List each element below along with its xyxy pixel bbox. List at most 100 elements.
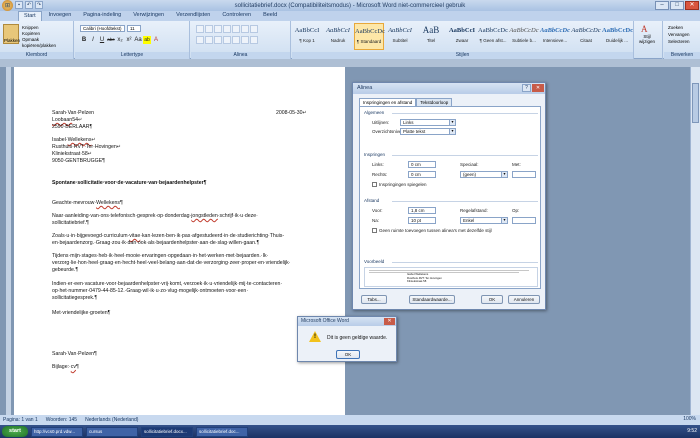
left-indent-field[interactable]: 0 cm (408, 161, 436, 168)
justify-icon[interactable] (223, 36, 231, 44)
bold-button[interactable]: B (80, 36, 88, 44)
outline-level-select[interactable]: Platte tekst ▼ (400, 128, 456, 135)
page-count[interactable]: Pagina: 1 van 1 (3, 417, 38, 423)
style-geen-afstand[interactable]: AaBbCcDc ¶ Geen afst... (478, 23, 508, 50)
highlight-button[interactable]: ab (143, 36, 151, 44)
style-intensieve[interactable]: AaBbCcDc Intensieve... (540, 23, 570, 50)
line-spacing-icon[interactable] (232, 36, 240, 44)
subscript-button[interactable]: x₂ (116, 36, 124, 44)
at-field[interactable] (512, 217, 536, 224)
change-styles-button[interactable]: A Stijl wijzigen (635, 24, 659, 44)
change-case-button[interactable]: Aa (134, 36, 142, 44)
tab-verwijzingen[interactable]: Verwijzingen (128, 11, 169, 21)
tab-line-page-breaks[interactable]: Tekstdoorloop (416, 98, 453, 106)
no-space-label: Geen ruimte toevoegen tussen alinea's me… (379, 228, 492, 233)
before-field[interactable]: 1,8 cm (408, 207, 436, 214)
replace-button[interactable]: Vervangen (668, 31, 690, 38)
tab-verzendlijsten[interactable]: Verzendlijsten (171, 11, 215, 21)
italic-button[interactable]: I (89, 36, 97, 44)
taskbar-item[interactable]: sollicitatiebrief.docx... (141, 426, 193, 437)
align-center-icon[interactable] (205, 36, 213, 44)
vertical-scrollbar[interactable] (690, 67, 700, 415)
taskbar-item[interactable]: sollicitatiebrief.doc... (196, 426, 248, 437)
close-button[interactable]: ✕ (685, 1, 699, 10)
right-indent-field[interactable]: 0 cm (408, 171, 436, 178)
no-space-checkbox[interactable]: Geen ruimte toevoegen tussen alinea's me… (372, 228, 492, 234)
dialog-title-bar[interactable]: Alinea ? ✕ (353, 83, 545, 94)
tab-pagina-indeling[interactable]: Pagina-indeling (78, 11, 126, 21)
increase-indent-icon[interactable] (232, 25, 240, 33)
border-icon[interactable] (250, 36, 258, 44)
strikethrough-button[interactable]: abe (107, 36, 115, 44)
line-spacing-select[interactable]: Enkel ▼ (460, 217, 508, 224)
bullets-icon[interactable] (196, 25, 204, 33)
redo-icon[interactable]: ↷ (35, 1, 43, 9)
multilevel-icon[interactable] (214, 25, 222, 33)
document-page[interactable]: Sarah·Van·Pelzen 2008-05-30↵ Loobaan54↵ … (14, 67, 345, 415)
by-field[interactable] (512, 171, 536, 178)
style-zwaar[interactable]: AaBbCcI Zwaar (447, 23, 477, 50)
default-button[interactable]: Standaardwaarde... (409, 295, 455, 304)
underline-button[interactable]: U (98, 36, 106, 44)
word-count[interactable]: Woorden: 145 (46, 417, 77, 423)
horizontal-ruler[interactable] (0, 59, 700, 67)
style-titel[interactable]: AaB Titel (416, 23, 446, 50)
right-indent-label: Rechts: (372, 172, 388, 177)
style-standaard[interactable]: AaBbCcDc ¶ Standaard (354, 23, 385, 50)
message-title-bar[interactable]: Microsoft Office Word ✕ (298, 317, 396, 326)
paragraph-1-line-1: Naar·aanleiding·van·ons·telefonisch·gesp… (52, 213, 258, 219)
decrease-indent-icon[interactable] (223, 25, 231, 33)
message-ok-button[interactable]: OK (336, 350, 360, 359)
style-duidelijk[interactable]: AaBbCcDc Duidelijk ... (602, 23, 633, 50)
style-nadruk[interactable]: AaBbCcI Nadruk (323, 23, 353, 50)
shading-icon[interactable] (241, 36, 249, 44)
special-select[interactable]: (geen) ▼ (460, 171, 508, 178)
tab-beeld[interactable]: Beeld (258, 11, 282, 21)
minimize-button[interactable]: – (655, 1, 669, 10)
style-subtitel[interactable]: AaBbCcI Subtitel (385, 23, 415, 50)
style-kop1[interactable]: AaBbCcI ¶ Kop 1 (292, 23, 322, 50)
tab-start[interactable]: Start (18, 11, 42, 21)
ok-button[interactable]: OK (481, 295, 503, 304)
superscript-button[interactable]: x² (125, 36, 133, 44)
mirror-indents-checkbox[interactable]: Inspringingen spiegelen (372, 182, 427, 188)
tab-indent-spacing[interactable]: Inspringingen en afstand (359, 98, 417, 106)
tabs-button[interactable]: Tabs... (361, 295, 387, 304)
taskbar-item[interactable]: http://vcs0.prd.vdw... (31, 426, 83, 437)
dialog-close-button[interactable]: ✕ (532, 84, 544, 92)
dropdown-arrow-icon: ▼ (501, 218, 507, 223)
format-painter-button[interactable]: Opmaak kopiëren/plakken (22, 37, 73, 49)
zoom-level[interactable]: 100% (683, 416, 696, 422)
pilcrow-icon[interactable] (250, 25, 258, 33)
style-subtiele[interactable]: AaBbCcDc Subtiele b... (509, 23, 539, 50)
sort-icon[interactable] (241, 25, 249, 33)
undo-icon[interactable]: ↶ (25, 1, 33, 9)
align-right-icon[interactable] (214, 36, 222, 44)
select-button[interactable]: Selecteren (668, 38, 690, 45)
font-size-field[interactable]: 11 (127, 25, 141, 32)
numbering-icon[interactable] (205, 25, 213, 33)
font-name-field[interactable]: Calibri (Hoofdtekst) (80, 25, 125, 32)
cancel-button[interactable]: Annuleren (508, 295, 540, 304)
vertical-ruler[interactable] (6, 67, 11, 415)
tab-invoegen[interactable]: Invoegen (44, 11, 77, 21)
style-citaat[interactable]: AaBbCcDc Citaat (571, 23, 601, 50)
font-color-button[interactable]: A (152, 36, 160, 44)
language-status[interactable]: Nederlands (Nederland) (85, 417, 138, 423)
tab-controleren[interactable]: Controleren (217, 11, 256, 21)
office-button[interactable]: ⊞ (2, 0, 13, 11)
recipient-first-name: Isabel· (52, 137, 68, 143)
scroll-thumb[interactable] (692, 83, 699, 123)
help-button[interactable]: ? (522, 84, 531, 92)
find-button[interactable]: Zoeken (668, 24, 690, 31)
align-left-icon[interactable] (196, 36, 204, 44)
message-close-button[interactable]: ✕ (384, 318, 395, 325)
paste-button[interactable]: Plakken (3, 24, 20, 44)
save-icon[interactable]: ▪ (15, 1, 23, 9)
taskbar-item[interactable]: cursus (86, 426, 138, 437)
after-field[interactable]: 10 pt (408, 217, 436, 224)
ribbon-tabs: Start Invoegen Pagina-indeling Verwijzin… (0, 11, 700, 21)
start-button[interactable]: start (2, 426, 28, 437)
maximize-button[interactable]: □ (670, 1, 684, 10)
alignment-select[interactable]: Links ▼ (400, 119, 456, 126)
